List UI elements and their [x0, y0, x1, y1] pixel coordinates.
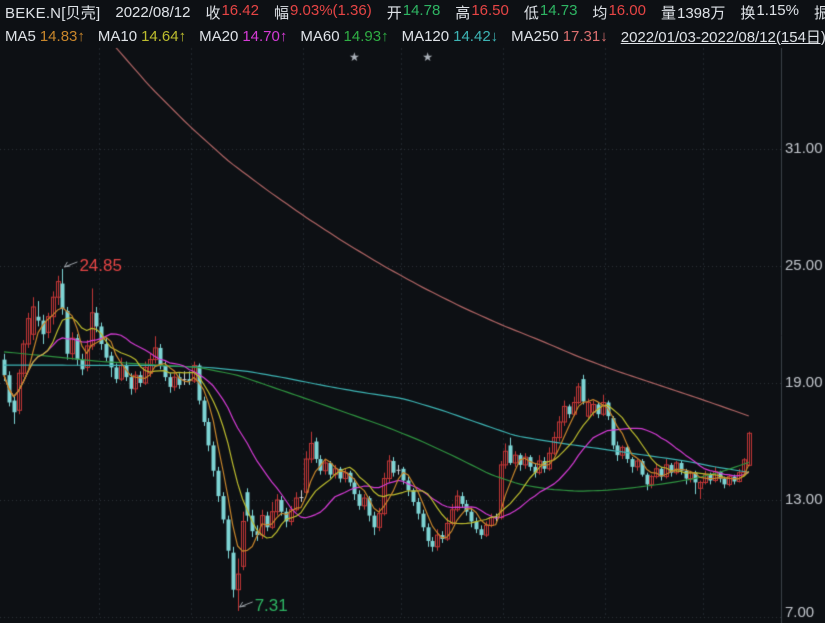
info-bar: BEKE.N[贝壳] 2022/08/12 收16.42 幅9.03%(1.36…: [0, 0, 825, 24]
stock-chart-window: BEKE.N[贝壳] 2022/08/12 收16.42 幅9.03%(1.36…: [0, 0, 825, 623]
candlestick-chart[interactable]: [0, 0, 825, 623]
field-avg: 均16.00: [592, 2, 646, 23]
field-high: 高16.50: [455, 2, 509, 23]
field-amplitude: 振..: [814, 2, 825, 23]
field-close: 收16.42: [205, 2, 259, 23]
field-open: 开14.78: [387, 2, 441, 23]
ma20-legend: MA2014.70↑: [199, 28, 287, 45]
field-turnover: 换1.15%: [740, 2, 799, 23]
field-low: 低14.73: [524, 2, 578, 23]
ma120-legend: MA12014.42↓: [402, 28, 499, 45]
symbol-name: BEKE.N[贝壳]: [5, 2, 100, 23]
date-range-selector[interactable]: 2022/01/03-2022/08/12(154日) ▼: [621, 26, 825, 47]
quote-date: 2022/08/12: [115, 4, 190, 21]
ma60-legend: MA6014.93↑: [300, 28, 388, 45]
field-volume: 量1398万: [661, 2, 725, 23]
ma-bar: MA514.83↑ MA1014.64↑ MA2014.70↑ MA6014.9…: [0, 24, 825, 48]
field-change: 幅9.03%(1.36): [274, 2, 372, 23]
ma5-legend: MA514.83↑: [5, 28, 85, 45]
ma250-legend: MA25017.31↓: [511, 28, 608, 45]
date-range-label[interactable]: 2022/01/03-2022/08/12(154日): [621, 26, 825, 47]
ma10-legend: MA1014.64↑: [98, 28, 186, 45]
